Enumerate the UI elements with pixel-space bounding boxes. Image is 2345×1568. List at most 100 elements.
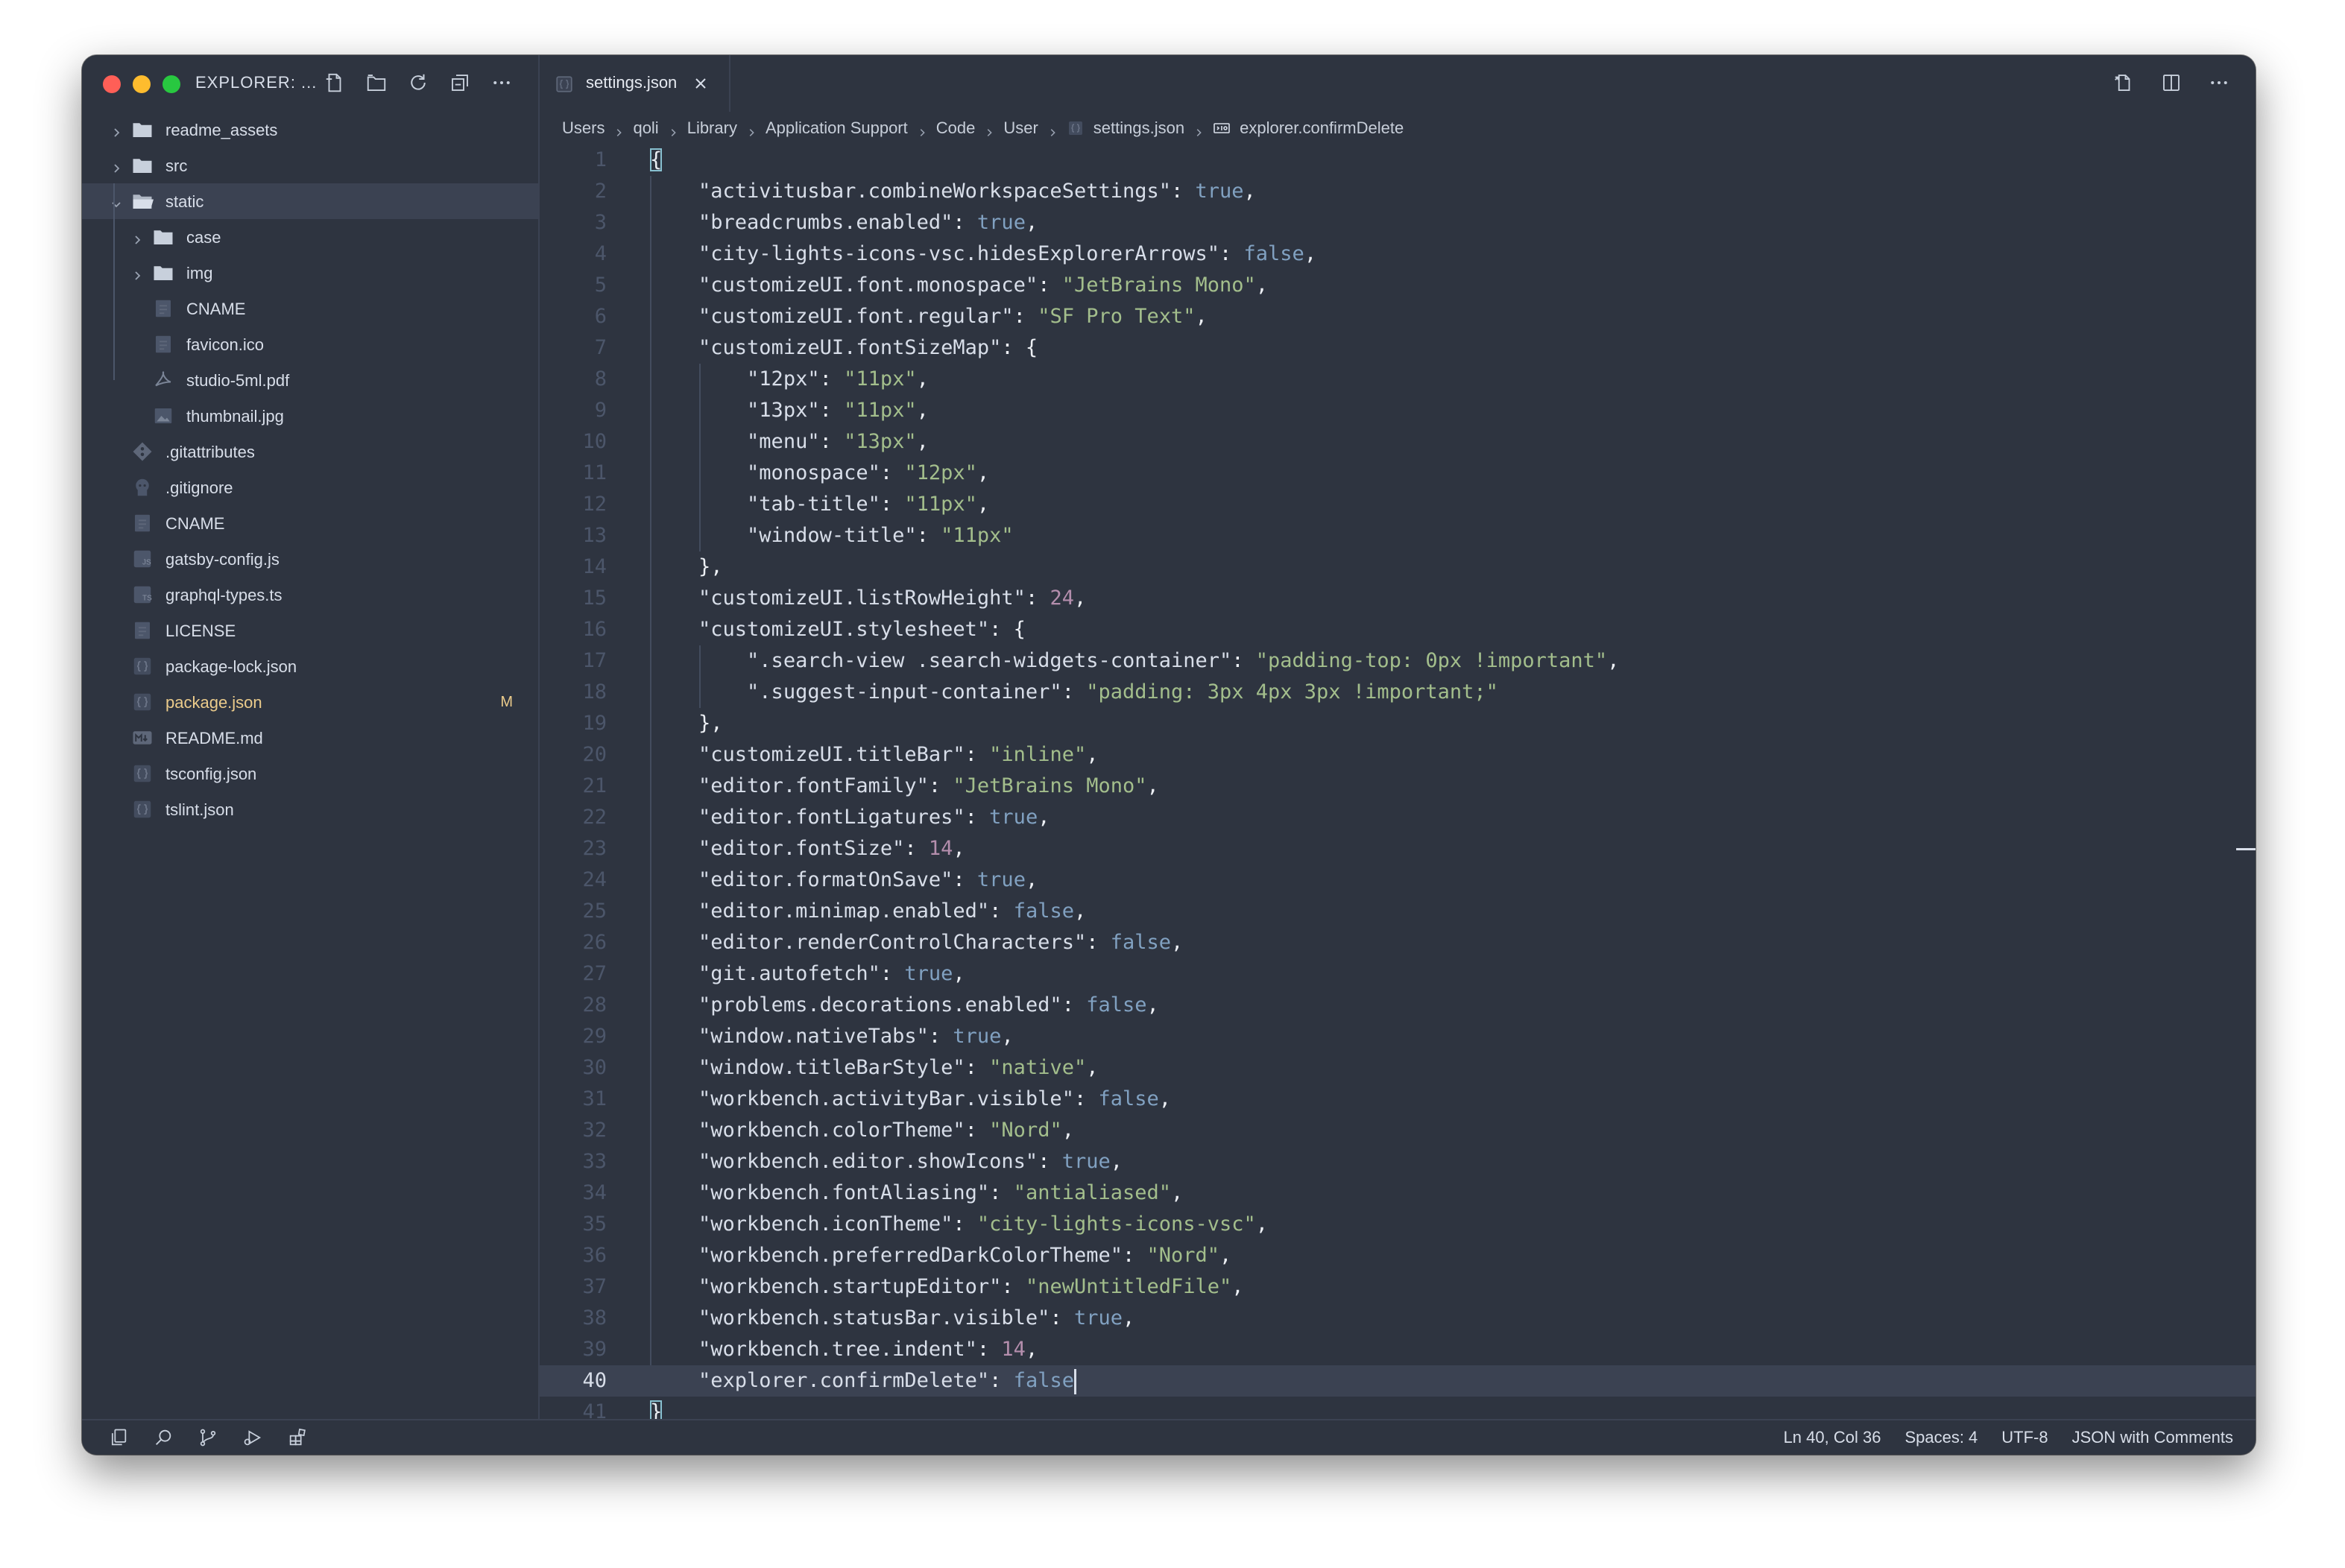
tree-folder-readme-assets[interactable]: readme_assets (82, 112, 538, 148)
tree-folder-static[interactable]: static (82, 183, 538, 219)
code-line[interactable]: 30 "window.titleBarStyle": "native", (540, 1052, 2256, 1084)
code-line[interactable]: 1{ (540, 145, 2256, 176)
tree-file-cname[interactable]: CNAME (82, 291, 538, 326)
chevron-right-icon[interactable] (131, 231, 143, 244)
split-editor-button[interactable] (2157, 69, 2185, 97)
code-line[interactable]: 3 "breadcrumbs.enabled": true, (540, 207, 2256, 238)
code-line[interactable]: 11 "monospace": "12px", (540, 458, 2256, 489)
tree-file-gitignore[interactable]: .gitignore (82, 470, 538, 505)
extensions-view-button[interactable] (283, 1425, 312, 1450)
tree-file-graphql-types-ts[interactable]: TS graphql-types.ts (82, 577, 538, 613)
language-mode[interactable]: JSON with Comments (2072, 1428, 2233, 1447)
code-line[interactable]: 19 }, (540, 708, 2256, 739)
code-line[interactable]: 4 "city-lights-icons-vsc.hidesExplorerAr… (540, 238, 2256, 270)
code-line[interactable]: 39 "workbench.tree.indent": 14, (540, 1334, 2256, 1365)
tree-file-license[interactable]: LICENSE (82, 613, 538, 648)
code-line[interactable]: 14 }, (540, 551, 2256, 583)
indentation-setting[interactable]: Spaces: 4 (1904, 1428, 1978, 1447)
tree-folder-case[interactable]: case (82, 219, 538, 255)
breadcrumb-item[interactable]: Code (936, 118, 976, 138)
code-line[interactable]: 22 "editor.fontLigatures": true, (540, 802, 2256, 833)
code-line[interactable]: 7 "customizeUI.fontSizeMap": { (540, 332, 2256, 364)
breadcrumb-item[interactable]: User (1003, 118, 1038, 138)
code-line[interactable]: 16 "customizeUI.stylesheet": { (540, 614, 2256, 645)
tree-file-package-json[interactable]: package.json M (82, 684, 538, 720)
tree-folder-img[interactable]: img (82, 255, 538, 291)
tree-file-gitattributes[interactable]: .gitattributes (82, 434, 538, 470)
code-line[interactable]: 31 "workbench.activityBar.visible": fals… (540, 1084, 2256, 1115)
collapse-all-button[interactable] (446, 69, 474, 97)
tab-settings-json[interactable]: settings.json (540, 55, 730, 112)
editor-more-button[interactable] (2205, 69, 2233, 97)
code-line[interactable]: 20 "customizeUI.titleBar": "inline", (540, 739, 2256, 771)
tree-file-tslint-json[interactable]: tslint.json (82, 791, 538, 827)
minimize-window-button[interactable] (133, 75, 151, 93)
code-line[interactable]: 33 "workbench.editor.showIcons": true, (540, 1146, 2256, 1177)
code-line[interactable]: 5 "customizeUI.font.monospace": "JetBrai… (540, 270, 2256, 301)
code-line[interactable]: 12 "tab-title": "11px", (540, 489, 2256, 520)
explorer-view-button[interactable] (104, 1425, 133, 1450)
breadcrumb-item[interactable]: Library (687, 118, 737, 138)
cursor-position[interactable]: Ln 40, Col 36 (1784, 1428, 1881, 1447)
chevron-right-icon[interactable] (110, 124, 122, 137)
json-punctuation (650, 1369, 698, 1392)
breadcrumb-item[interactable]: explorer.confirmDelete (1213, 118, 1404, 138)
line-number: 39 (582, 1338, 607, 1361)
code-line[interactable]: 35 "workbench.iconTheme": "city-lights-i… (540, 1209, 2256, 1240)
code-line[interactable]: 37 "workbench.startupEditor": "newUntitl… (540, 1271, 2256, 1303)
code-line[interactable]: 25 "editor.minimap.enabled": false, (540, 896, 2256, 927)
explorer-more-button[interactable] (487, 69, 516, 97)
code-line[interactable]: 15 "customizeUI.listRowHeight": 24, (540, 583, 2256, 614)
code-editor[interactable]: 1{2 "activitusbar.combineWorkspaceSettin… (540, 145, 2256, 1423)
code-line[interactable]: 13 "window-title": "11px" (540, 520, 2256, 551)
code-line[interactable]: 28 "problems.decorations.enabled": false… (540, 990, 2256, 1021)
tree-file-package-lock-json[interactable]: package-lock.json (82, 648, 538, 684)
code-line[interactable]: 9 "13px": "11px", (540, 395, 2256, 426)
refresh-explorer-button[interactable] (404, 69, 432, 97)
code-line[interactable]: 36 "workbench.preferredDarkColorTheme": … (540, 1240, 2256, 1271)
source-control-view-button[interactable] (194, 1425, 222, 1450)
code-line[interactable]: 32 "workbench.colorTheme": "Nord", (540, 1115, 2256, 1146)
new-file-button[interactable] (321, 69, 349, 97)
search-view-button[interactable] (149, 1425, 177, 1450)
code-line[interactable]: 23 "editor.fontSize": 14, (540, 833, 2256, 864)
tree-file-readme-md[interactable]: README.md (82, 720, 538, 756)
tree-file-gatsby-config-js[interactable]: JS gatsby-config.js (82, 541, 538, 577)
close-icon[interactable] (692, 75, 710, 92)
run-debug-view-button[interactable] (239, 1425, 267, 1450)
file-encoding[interactable]: UTF-8 (2001, 1428, 2048, 1447)
tree-file-thumbnail-jpg[interactable]: thumbnail.jpg (82, 398, 538, 434)
open-settings-ui-button[interactable] (2109, 69, 2138, 97)
code-line[interactable]: 38 "workbench.statusBar.visible": true, (540, 1303, 2256, 1334)
tree-file-favicon-ico[interactable]: favicon.ico (82, 326, 538, 362)
chevron-down-icon[interactable] (110, 195, 122, 208)
code-line[interactable]: 17 ".search-view .search-widgets-contain… (540, 645, 2256, 677)
zoom-window-button[interactable] (162, 75, 180, 93)
breadcrumb-item[interactable]: Application Support (766, 118, 908, 138)
chevron-right-icon[interactable] (110, 159, 122, 173)
code-line[interactable]: 10 "menu": "13px", (540, 426, 2256, 458)
tree-item-label: case (186, 228, 221, 247)
code-line[interactable]: 24 "editor.formatOnSave": true, (540, 864, 2256, 896)
tree-file-cname[interactable]: CNAME (82, 505, 538, 541)
tree-folder-src[interactable]: src (82, 148, 538, 183)
breadcrumb-item[interactable]: Users (562, 118, 605, 138)
json-punctuation: : (953, 868, 977, 891)
code-line[interactable]: 26 "editor.renderControlCharacters": fal… (540, 927, 2256, 958)
code-line[interactable]: 29 "window.nativeTabs": true, (540, 1021, 2256, 1052)
code-line[interactable]: 8 "12px": "11px", (540, 364, 2256, 395)
code-line[interactable]: 40 "explorer.confirmDelete": false (540, 1365, 2256, 1397)
code-line[interactable]: 34 "workbench.fontAliasing": "antialiase… (540, 1177, 2256, 1209)
code-line[interactable]: 18 ".suggest-input-container": "padding:… (540, 677, 2256, 708)
tree-file-tsconfig-json[interactable]: tsconfig.json (82, 756, 538, 791)
new-folder-button[interactable] (362, 69, 391, 97)
code-line[interactable]: 6 "customizeUI.font.regular": "SF Pro Te… (540, 301, 2256, 332)
tree-file-studio-5ml-pdf[interactable]: studio-5ml.pdf (82, 362, 538, 398)
breadcrumb-item[interactable]: qoli (633, 118, 658, 138)
breadcrumb-item[interactable]: settings.json (1067, 118, 1184, 138)
close-window-button[interactable] (103, 75, 121, 93)
code-line[interactable]: 27 "git.autofetch": true, (540, 958, 2256, 990)
code-line[interactable]: 21 "editor.fontFamily": "JetBrains Mono"… (540, 771, 2256, 802)
code-line[interactable]: 2 "activitusbar.combineWorkspaceSettings… (540, 176, 2256, 207)
chevron-right-icon[interactable] (131, 267, 143, 280)
